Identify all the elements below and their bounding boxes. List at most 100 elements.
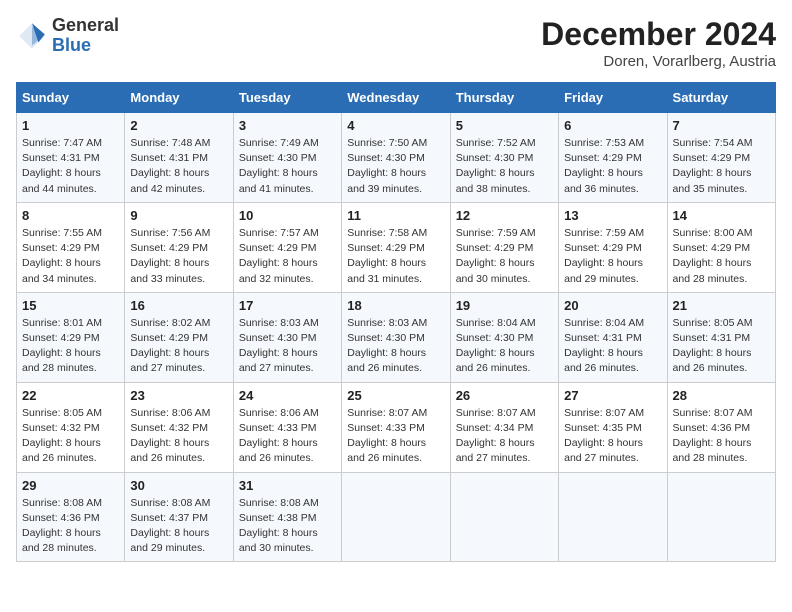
day-number: 17 <box>239 298 336 313</box>
day-info: Sunrise: 8:00 AMSunset: 4:29 PMDaylight:… <box>673 226 770 287</box>
day-info: Sunrise: 7:47 AMSunset: 4:31 PMDaylight:… <box>22 136 119 197</box>
day-info: Sunrise: 7:52 AMSunset: 4:30 PMDaylight:… <box>456 136 553 197</box>
col-header-friday: Friday <box>559 83 667 113</box>
day-info: Sunrise: 8:05 AMSunset: 4:32 PMDaylight:… <box>22 406 119 467</box>
day-info: Sunrise: 7:59 AMSunset: 4:29 PMDaylight:… <box>456 226 553 287</box>
calendar-cell: 13 Sunrise: 7:59 AMSunset: 4:29 PMDaylig… <box>559 202 667 292</box>
day-number: 11 <box>347 208 444 223</box>
day-number: 27 <box>564 388 661 403</box>
day-info: Sunrise: 7:53 AMSunset: 4:29 PMDaylight:… <box>564 136 661 197</box>
day-number: 12 <box>456 208 553 223</box>
calendar-cell: 28 Sunrise: 8:07 AMSunset: 4:36 PMDaylig… <box>667 382 775 472</box>
calendar-cell: 2 Sunrise: 7:48 AMSunset: 4:31 PMDayligh… <box>125 113 233 203</box>
day-number: 26 <box>456 388 553 403</box>
calendar-cell: 3 Sunrise: 7:49 AMSunset: 4:30 PMDayligh… <box>233 113 341 203</box>
calendar-cell: 9 Sunrise: 7:56 AMSunset: 4:29 PMDayligh… <box>125 202 233 292</box>
calendar-cell: 19 Sunrise: 8:04 AMSunset: 4:30 PMDaylig… <box>450 292 558 382</box>
col-header-saturday: Saturday <box>667 83 775 113</box>
month-title: December 2024 <box>541 16 776 53</box>
day-info: Sunrise: 8:03 AMSunset: 4:30 PMDaylight:… <box>239 316 336 377</box>
day-info: Sunrise: 8:01 AMSunset: 4:29 PMDaylight:… <box>22 316 119 377</box>
calendar-cell: 24 Sunrise: 8:06 AMSunset: 4:33 PMDaylig… <box>233 382 341 472</box>
day-info: Sunrise: 7:57 AMSunset: 4:29 PMDaylight:… <box>239 226 336 287</box>
day-number: 28 <box>673 388 770 403</box>
calendar-week-row: 29 Sunrise: 8:08 AMSunset: 4:36 PMDaylig… <box>17 472 776 562</box>
calendar-cell: 10 Sunrise: 7:57 AMSunset: 4:29 PMDaylig… <box>233 202 341 292</box>
day-info: Sunrise: 8:07 AMSunset: 4:36 PMDaylight:… <box>673 406 770 467</box>
calendar-cell: 31 Sunrise: 8:08 AMSunset: 4:38 PMDaylig… <box>233 472 341 562</box>
calendar-cell: 14 Sunrise: 8:00 AMSunset: 4:29 PMDaylig… <box>667 202 775 292</box>
day-number: 16 <box>130 298 227 313</box>
calendar-cell: 7 Sunrise: 7:54 AMSunset: 4:29 PMDayligh… <box>667 113 775 203</box>
day-number: 13 <box>564 208 661 223</box>
day-number: 3 <box>239 118 336 133</box>
calendar-cell: 8 Sunrise: 7:55 AMSunset: 4:29 PMDayligh… <box>17 202 125 292</box>
title-block: December 2024 Doren, Vorarlberg, Austria <box>541 16 776 70</box>
day-number: 23 <box>130 388 227 403</box>
day-info: Sunrise: 7:59 AMSunset: 4:29 PMDaylight:… <box>564 226 661 287</box>
calendar-cell: 30 Sunrise: 8:08 AMSunset: 4:37 PMDaylig… <box>125 472 233 562</box>
day-info: Sunrise: 7:50 AMSunset: 4:30 PMDaylight:… <box>347 136 444 197</box>
logo: General Blue <box>16 16 119 56</box>
calendar-week-row: 22 Sunrise: 8:05 AMSunset: 4:32 PMDaylig… <box>17 382 776 472</box>
calendar-cell: 6 Sunrise: 7:53 AMSunset: 4:29 PMDayligh… <box>559 113 667 203</box>
day-info: Sunrise: 7:49 AMSunset: 4:30 PMDaylight:… <box>239 136 336 197</box>
day-number: 31 <box>239 478 336 493</box>
calendar-cell <box>667 472 775 562</box>
day-info: Sunrise: 8:08 AMSunset: 4:38 PMDaylight:… <box>239 496 336 557</box>
page-header: General Blue December 2024 Doren, Vorarl… <box>16 16 776 70</box>
day-number: 1 <box>22 118 119 133</box>
col-header-sunday: Sunday <box>17 83 125 113</box>
calendar-header-row: SundayMondayTuesdayWednesdayThursdayFrid… <box>17 83 776 113</box>
day-info: Sunrise: 7:55 AMSunset: 4:29 PMDaylight:… <box>22 226 119 287</box>
day-number: 20 <box>564 298 661 313</box>
col-header-wednesday: Wednesday <box>342 83 450 113</box>
logo-text: General Blue <box>52 16 119 56</box>
day-info: Sunrise: 7:58 AMSunset: 4:29 PMDaylight:… <box>347 226 444 287</box>
calendar-cell <box>342 472 450 562</box>
day-number: 7 <box>673 118 770 133</box>
calendar-cell <box>559 472 667 562</box>
calendar-cell: 20 Sunrise: 8:04 AMSunset: 4:31 PMDaylig… <box>559 292 667 382</box>
day-info: Sunrise: 8:05 AMSunset: 4:31 PMDaylight:… <box>673 316 770 377</box>
col-header-thursday: Thursday <box>450 83 558 113</box>
col-header-monday: Monday <box>125 83 233 113</box>
calendar-cell: 21 Sunrise: 8:05 AMSunset: 4:31 PMDaylig… <box>667 292 775 382</box>
day-number: 14 <box>673 208 770 223</box>
day-info: Sunrise: 8:07 AMSunset: 4:35 PMDaylight:… <box>564 406 661 467</box>
calendar-cell: 18 Sunrise: 8:03 AMSunset: 4:30 PMDaylig… <box>342 292 450 382</box>
day-info: Sunrise: 8:04 AMSunset: 4:30 PMDaylight:… <box>456 316 553 377</box>
calendar-cell: 22 Sunrise: 8:05 AMSunset: 4:32 PMDaylig… <box>17 382 125 472</box>
day-number: 8 <box>22 208 119 223</box>
day-number: 5 <box>456 118 553 133</box>
day-number: 29 <box>22 478 119 493</box>
day-number: 30 <box>130 478 227 493</box>
day-number: 25 <box>347 388 444 403</box>
calendar-cell: 17 Sunrise: 8:03 AMSunset: 4:30 PMDaylig… <box>233 292 341 382</box>
calendar-cell: 23 Sunrise: 8:06 AMSunset: 4:32 PMDaylig… <box>125 382 233 472</box>
location-subtitle: Doren, Vorarlberg, Austria <box>541 53 776 70</box>
day-number: 6 <box>564 118 661 133</box>
calendar-cell: 27 Sunrise: 8:07 AMSunset: 4:35 PMDaylig… <box>559 382 667 472</box>
day-info: Sunrise: 8:02 AMSunset: 4:29 PMDaylight:… <box>130 316 227 377</box>
day-info: Sunrise: 8:03 AMSunset: 4:30 PMDaylight:… <box>347 316 444 377</box>
day-info: Sunrise: 8:08 AMSunset: 4:36 PMDaylight:… <box>22 496 119 557</box>
day-number: 4 <box>347 118 444 133</box>
day-number: 24 <box>239 388 336 403</box>
calendar-cell: 16 Sunrise: 8:02 AMSunset: 4:29 PMDaylig… <box>125 292 233 382</box>
calendar-cell: 11 Sunrise: 7:58 AMSunset: 4:29 PMDaylig… <box>342 202 450 292</box>
day-info: Sunrise: 7:54 AMSunset: 4:29 PMDaylight:… <box>673 136 770 197</box>
day-number: 21 <box>673 298 770 313</box>
day-info: Sunrise: 8:07 AMSunset: 4:34 PMDaylight:… <box>456 406 553 467</box>
day-number: 15 <box>22 298 119 313</box>
day-number: 22 <box>22 388 119 403</box>
col-header-tuesday: Tuesday <box>233 83 341 113</box>
calendar-cell: 1 Sunrise: 7:47 AMSunset: 4:31 PMDayligh… <box>17 113 125 203</box>
day-number: 9 <box>130 208 227 223</box>
day-info: Sunrise: 8:06 AMSunset: 4:32 PMDaylight:… <box>130 406 227 467</box>
day-number: 10 <box>239 208 336 223</box>
calendar-week-row: 8 Sunrise: 7:55 AMSunset: 4:29 PMDayligh… <box>17 202 776 292</box>
calendar-cell: 15 Sunrise: 8:01 AMSunset: 4:29 PMDaylig… <box>17 292 125 382</box>
calendar-cell: 25 Sunrise: 8:07 AMSunset: 4:33 PMDaylig… <box>342 382 450 472</box>
calendar-table: SundayMondayTuesdayWednesdayThursdayFrid… <box>16 82 776 562</box>
